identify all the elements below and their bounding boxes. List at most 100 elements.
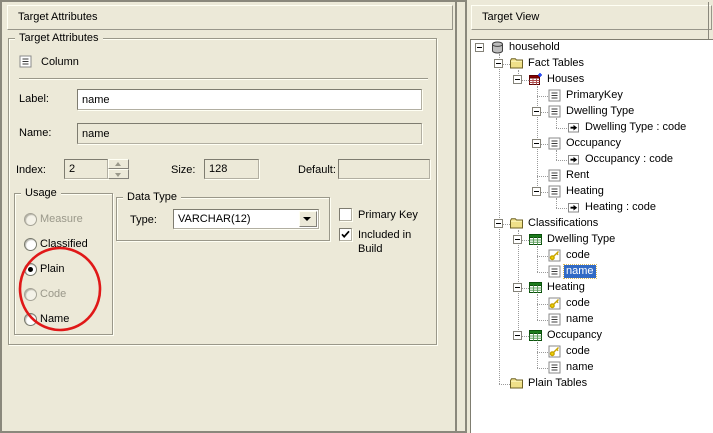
label-input[interactable] [77, 89, 422, 110]
tree-item[interactable]: PrimaryKey [471, 88, 713, 104]
tree-item[interactable]: name [471, 360, 713, 376]
tree-item[interactable]: code [471, 296, 713, 312]
collapse-toggle-icon[interactable] [475, 43, 484, 52]
fact-table-icon [529, 73, 542, 86]
tree-item[interactable]: code [471, 248, 713, 264]
size-input[interactable] [204, 159, 259, 179]
target-attributes-groupbox: Target Attributes Column Label: Name: In… [8, 38, 437, 345]
combo-dropdown-button[interactable] [299, 211, 317, 227]
collapse-toggle-icon[interactable] [532, 187, 541, 196]
column-icon [548, 313, 561, 326]
tree-item-label[interactable]: Dwelling Type [564, 105, 636, 118]
database-icon [491, 41, 504, 54]
primary-key-label[interactable]: Primary Key [358, 208, 418, 222]
tree-item[interactable]: Classifications [471, 216, 713, 232]
index-spinner[interactable] [108, 159, 129, 179]
spin-down-button[interactable] [108, 169, 129, 179]
tree-item-label[interactable]: name [564, 313, 596, 326]
groupbox-title: Target Attributes [15, 31, 103, 45]
column-icon [548, 185, 561, 198]
radio-plain-label[interactable]: Plain [40, 262, 64, 276]
radio-classified-label[interactable]: Classified [40, 237, 88, 251]
spin-down-icon [115, 173, 121, 177]
tree-item[interactable]: Occupancy [471, 328, 713, 344]
spin-up-button[interactable] [108, 159, 129, 169]
type-combobox-value: VARCHAR(12) [178, 212, 251, 226]
included-in-build-label[interactable]: Included in Build [358, 228, 436, 256]
primary-key-checkbox[interactable] [339, 208, 352, 221]
collapse-toggle-icon[interactable] [513, 331, 522, 340]
tree-item-label[interactable]: Dwelling Type : code [583, 121, 688, 134]
tree-item-label[interactable]: Dwelling Type [545, 233, 617, 246]
index-input[interactable] [64, 159, 108, 179]
tree-item-label[interactable]: PrimaryKey [564, 89, 625, 102]
column-icon [548, 169, 561, 182]
tree-item-label[interactable]: Heating [545, 281, 587, 294]
tree-item-label[interactable]: Plain Tables [526, 377, 589, 390]
tree-item-label[interactable]: name [564, 265, 596, 278]
tree-item-label[interactable]: Houses [545, 73, 586, 86]
tree-item-label[interactable]: Classifications [526, 217, 600, 230]
tree-item-label[interactable]: Heating [564, 185, 606, 198]
class-table-icon [529, 281, 542, 294]
radio-classified[interactable] [24, 238, 37, 251]
collapse-toggle-icon[interactable] [532, 139, 541, 148]
column-icon [548, 105, 561, 118]
usage-groupbox: Usage Measure Classified Plain Code Name [14, 193, 113, 335]
tree-item[interactable]: Plain Tables [471, 376, 713, 392]
tree-item[interactable]: Heating : code [471, 200, 713, 216]
tree-item[interactable]: name [471, 264, 713, 280]
object-type-label: Column [41, 55, 79, 69]
tree-item[interactable]: Fact Tables [471, 56, 713, 72]
tree-item-label[interactable]: Occupancy [545, 329, 604, 342]
collapse-toggle-icon[interactable] [494, 219, 503, 228]
tree-item-label[interactable]: name [564, 361, 596, 374]
radio-measure[interactable] [24, 213, 37, 226]
tree-item-label[interactable]: code [564, 345, 592, 358]
column-icon [19, 55, 32, 68]
radio-measure-label[interactable]: Measure [40, 212, 83, 226]
tree-item-label[interactable]: Occupancy [564, 137, 623, 150]
folder-icon [510, 57, 523, 70]
radio-name[interactable] [24, 313, 37, 326]
collapse-toggle-icon[interactable] [513, 75, 522, 84]
index-field-label: Index: [16, 163, 46, 177]
included-in-build-checkbox[interactable] [339, 228, 352, 241]
link-arrow-icon [567, 153, 580, 166]
name-input[interactable] [77, 123, 422, 144]
tree-item[interactable]: name [471, 312, 713, 328]
tree-item-label[interactable]: Rent [564, 169, 591, 182]
radio-name-label[interactable]: Name [40, 312, 69, 326]
radio-plain[interactable] [24, 263, 37, 276]
tree-item[interactable]: Occupancy [471, 136, 713, 152]
tree-item[interactable]: Heating [471, 280, 713, 296]
class-table-icon [529, 329, 542, 342]
tree-item[interactable]: code [471, 344, 713, 360]
column-icon [548, 89, 561, 102]
tree-item[interactable]: Rent [471, 168, 713, 184]
collapse-toggle-icon[interactable] [532, 107, 541, 116]
collapse-toggle-icon[interactable] [513, 235, 522, 244]
tree-item-label[interactable]: household [507, 41, 562, 54]
radio-code[interactable] [24, 288, 37, 301]
type-combobox[interactable]: VARCHAR(12) [173, 209, 319, 229]
tree-item[interactable]: Dwelling Type [471, 232, 713, 248]
tree-item-label[interactable]: Occupancy : code [583, 153, 675, 166]
tree-item[interactable]: Dwelling Type [471, 104, 713, 120]
pane-caption: Target View [471, 5, 712, 30]
default-input[interactable] [338, 159, 430, 179]
collapse-toggle-icon[interactable] [513, 283, 522, 292]
tree-item-label[interactable]: Fact Tables [526, 57, 586, 70]
target-view-tree[interactable]: household Fact Tables Houses PrimaryKey Dwel… [470, 39, 713, 433]
tree-item-label[interactable]: code [564, 249, 592, 262]
checkmark-icon [340, 229, 351, 240]
tree-item-label[interactable]: code [564, 297, 592, 310]
tree-item-label[interactable]: Heating : code [583, 201, 658, 214]
tree-item[interactable]: Houses [471, 72, 713, 88]
tree-item[interactable]: Heating [471, 184, 713, 200]
collapse-toggle-icon[interactable] [494, 59, 503, 68]
tree-item[interactable]: household [471, 40, 713, 56]
radio-code-label[interactable]: Code [40, 287, 66, 301]
tree-item[interactable]: Dwelling Type : code [471, 120, 713, 136]
tree-item[interactable]: Occupancy : code [471, 152, 713, 168]
